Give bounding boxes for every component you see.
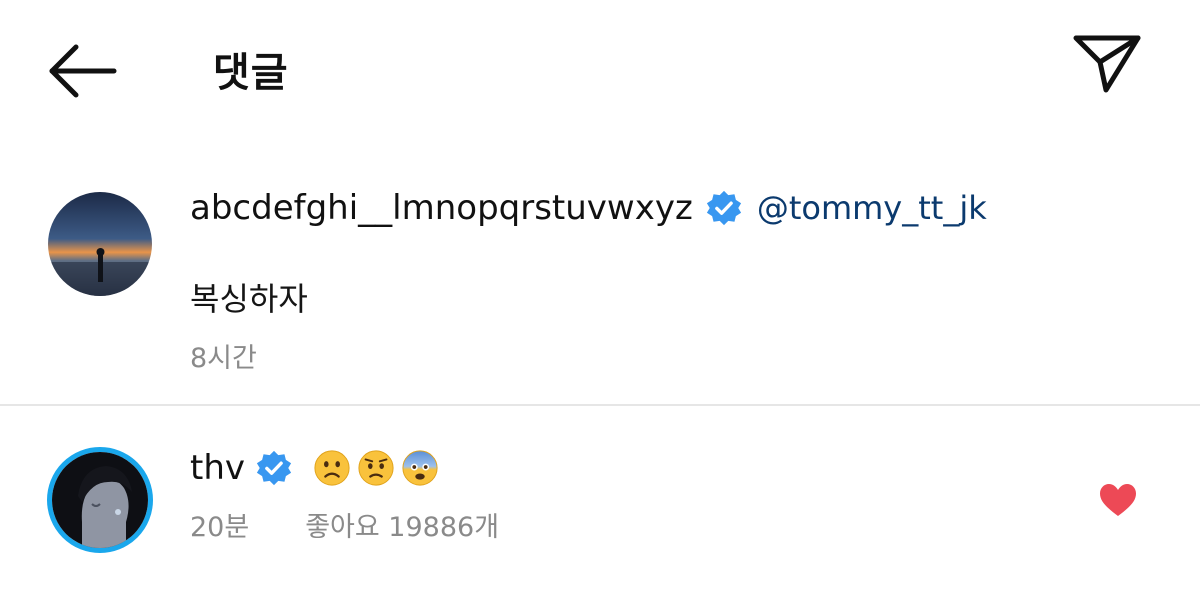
frowning-face-emoji (314, 450, 350, 486)
verified-badge-icon (256, 450, 292, 486)
fearful-face-emoji (402, 450, 438, 486)
username-link[interactable]: thv (190, 448, 245, 488)
avatar-story-ring[interactable] (47, 447, 153, 553)
comment-text: 복싱하자 (190, 280, 308, 318)
avatar[interactable] (48, 192, 152, 296)
comment-time: 20분 (190, 511, 250, 543)
share-button[interactable] (1064, 28, 1148, 102)
username-link[interactable]: abcdefghi__lmnopqrstuvwxyz (190, 188, 693, 228)
likes-count[interactable]: 좋아요 19886개 (305, 505, 499, 544)
avatar-image (48, 192, 152, 296)
avatar-image (52, 452, 148, 548)
divider (0, 404, 1200, 406)
comment-header: thv (190, 446, 439, 490)
worried-face-emoji (358, 450, 394, 486)
page-title: 댓글 (213, 50, 289, 96)
comment-meta: 20분 좋아요 19886개 (190, 505, 499, 544)
verified-badge-icon (706, 190, 741, 226)
like-button[interactable] (1098, 482, 1138, 518)
comment-time: 8시간 (190, 343, 257, 374)
paper-plane-icon (1073, 35, 1141, 93)
arrow-left-icon (49, 44, 117, 98)
heart-icon (1100, 484, 1136, 516)
mention-link[interactable]: @tommy_tt_jk (757, 189, 987, 227)
back-button[interactable] (40, 36, 124, 106)
comment-header: abcdefghi__lmnopqrstuvwxyz @tommy_tt_jk (190, 186, 987, 230)
